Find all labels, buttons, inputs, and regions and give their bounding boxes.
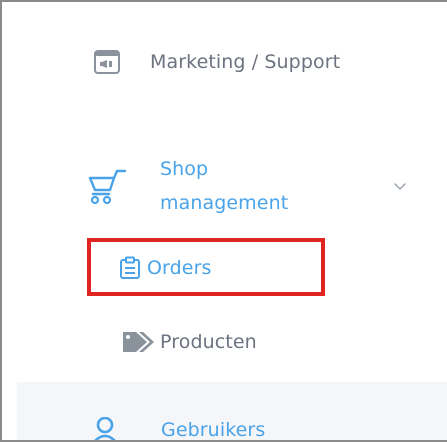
sidebar-item-label: Marketing / Support [150,51,341,73]
sidebar-item-orders[interactable]: Orders [119,256,212,280]
sidebar-item-label-line2: management [160,192,289,214]
sidebar-item-shop-management[interactable]: Shop management [86,152,288,220]
chevron-down-icon[interactable] [393,177,407,191]
sidebar-item-label: Producten [160,331,257,353]
sidebar-item-label: Gebruikers [161,419,266,441]
sidebar-item-gebruikers[interactable]: Gebruikers [93,417,266,441]
shopping-cart-icon [86,168,128,208]
sidebar-item-marketing-support[interactable]: Marketing / Support [94,50,340,74]
megaphone-card-icon [94,50,120,74]
tags-icon [122,329,160,355]
sidebar-item-label: Shop management [160,152,288,220]
sidebar-frame: Marketing / Support Shop management Orde… [0,0,447,442]
sidebar-item-label: Orders [147,257,212,279]
sidebar-item-label-line1: Shop [160,158,209,180]
user-icon [93,417,117,440]
clipboard-icon [119,256,141,280]
sidebar-item-producten[interactable]: Producten [122,329,257,355]
